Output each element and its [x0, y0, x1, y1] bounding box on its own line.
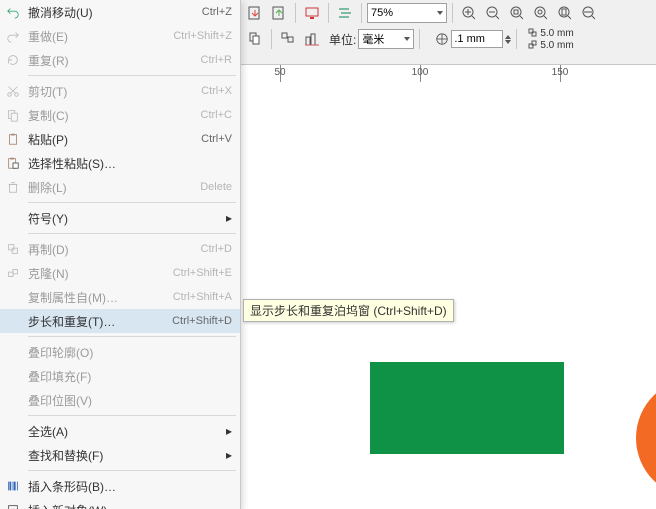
menu-select-all[interactable]: 全选(A)▸ — [0, 419, 240, 443]
edit-menu: 撤消移动(U)Ctrl+Z 重做(E)Ctrl+Shift+Z 重复(R)Ctr… — [0, 0, 241, 509]
menu-undo[interactable]: 撤消移动(U)Ctrl+Z — [0, 0, 240, 24]
tooltip: 显示步长和重复泊坞窗 (Ctrl+Shift+D) — [243, 299, 454, 322]
zoom-in-icon[interactable] — [458, 2, 480, 24]
zoom-width-icon[interactable] — [578, 2, 600, 24]
screen-icon[interactable] — [301, 2, 323, 24]
units-label: 单位: — [329, 31, 356, 48]
menu-overprint-bitmap: 叠印位图(V) — [0, 388, 240, 412]
duplicate-icon — [0, 242, 26, 256]
menu-paste[interactable]: 粘贴(P)Ctrl+V — [0, 127, 240, 151]
menu-symbol[interactable]: 符号(Y)▸ — [0, 206, 240, 230]
ruler-horizontal: 50 100 150 — [240, 64, 656, 84]
menu-copy: 复制(C)Ctrl+C — [0, 103, 240, 127]
menu-cut: 剪切(T)Ctrl+X — [0, 79, 240, 103]
zoom-all-icon[interactable] — [530, 2, 552, 24]
zoom-out-icon[interactable] — [482, 2, 504, 24]
copy-icon — [0, 108, 26, 122]
options-icon[interactable] — [334, 2, 356, 24]
units-select[interactable]: 毫米 — [358, 29, 414, 49]
menu-redo: 重做(E)Ctrl+Shift+Z — [0, 24, 240, 48]
menu-step-and-repeat[interactable]: 步长和重复(T)…Ctrl+Shift+D — [0, 309, 240, 333]
menu-clone: 克隆(N)Ctrl+Shift+E — [0, 261, 240, 285]
paste-icon — [0, 132, 26, 146]
redo-icon — [0, 29, 26, 43]
barcode-icon — [0, 479, 26, 493]
zoom-page-icon[interactable] — [554, 2, 576, 24]
menu-overprint-fill: 叠印填充(F) — [0, 364, 240, 388]
duplicate-distance[interactable]: 5.0 mm 5.0 mm — [528, 28, 573, 51]
nudge-icon — [435, 32, 449, 46]
menu-overprint-outline: 叠印轮廓(O) — [0, 340, 240, 364]
paste-special-icon — [0, 156, 26, 170]
menu-duplicate: 再制(D)Ctrl+D — [0, 237, 240, 261]
menu-find-replace[interactable]: 查找和替换(F)▸ — [0, 443, 240, 467]
nudge-distance[interactable]: .1 mm — [435, 30, 511, 48]
menu-insert-object[interactable]: 插入新对象(W)… — [0, 498, 240, 509]
menu-copy-properties: 复制属性自(M)…Ctrl+Shift+A — [0, 285, 240, 309]
align-icon[interactable] — [301, 28, 323, 50]
zoom-level-input[interactable]: 75% — [367, 3, 447, 23]
export-icon[interactable] — [268, 2, 290, 24]
zoom-selection-icon[interactable] — [506, 2, 528, 24]
clone-icon — [0, 266, 26, 280]
cut-icon — [0, 84, 26, 98]
green-rectangle-shape[interactable] — [370, 362, 564, 454]
insert-object-icon — [0, 503, 26, 509]
menu-delete: 删除(L)Delete — [0, 175, 240, 199]
chevron-right-icon: ▸ — [226, 424, 232, 438]
repeat-icon — [0, 53, 26, 67]
delete-icon — [0, 180, 26, 194]
menu-repeat: 重复(R)Ctrl+R — [0, 48, 240, 72]
undo-icon — [0, 5, 26, 19]
import-icon[interactable] — [244, 2, 266, 24]
layout-icon[interactable] — [277, 28, 299, 50]
chevron-right-icon: ▸ — [226, 211, 232, 225]
menu-paste-special[interactable]: 选择性粘贴(S)… — [0, 151, 240, 175]
chevron-right-icon: ▸ — [226, 448, 232, 462]
menu-insert-barcode[interactable]: 插入条形码(B)… — [0, 474, 240, 498]
pages-icon[interactable] — [244, 28, 266, 50]
canvas[interactable] — [240, 82, 656, 509]
orange-ellipse-shape[interactable] — [636, 378, 656, 498]
